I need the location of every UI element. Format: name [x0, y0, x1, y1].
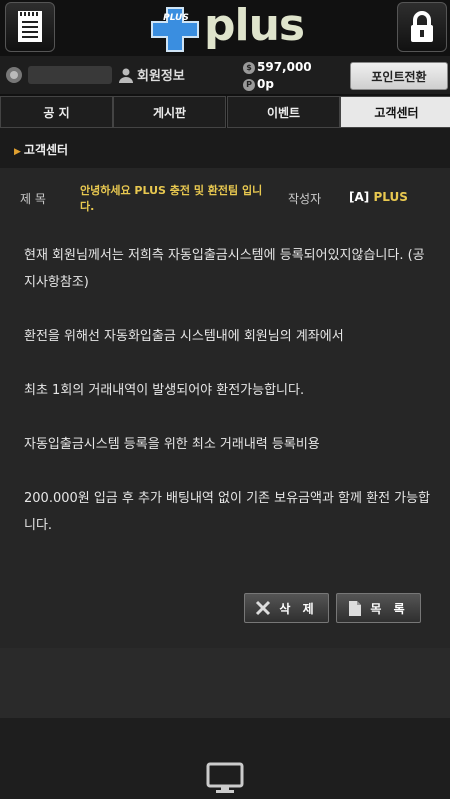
delete-button[interactable]: 삭 제	[244, 593, 329, 623]
title-label: 제 목	[20, 192, 46, 206]
post-view: 제 목 안녕하세요 PLUS 충전 및 환전팀 입니다. 작성자 [A] PLU…	[0, 168, 450, 648]
balance-panel: $597,000 P 0p	[243, 59, 312, 93]
points-value: 0p	[257, 77, 274, 91]
notepad-icon	[18, 11, 42, 42]
member-info-link[interactable]: 회원정보	[118, 65, 185, 84]
lock-icon	[411, 11, 433, 42]
post-paragraph: 환전을 위해선 자동화입출금 시스템내에 회원님의 계좌에서	[24, 329, 344, 344]
username-redacted	[28, 66, 112, 84]
user-level-icon	[6, 67, 22, 83]
tab-customer-center[interactable]: 고객센터	[340, 96, 450, 128]
money-value: 597,000	[257, 60, 312, 74]
menu-button[interactable]	[5, 2, 55, 52]
document-icon	[349, 600, 362, 616]
post-paragraph: 200.000원 입금 후 추가 배팅내역 없이 기존 보유금액과 함께 환전 …	[24, 491, 431, 533]
footer	[0, 718, 450, 799]
tab-notice[interactable]: 공 지	[0, 96, 113, 128]
money-icon: $	[243, 61, 255, 74]
post-paragraph: 최초 1회의 거래내역이 발생되어야 환전가능합니다.	[24, 383, 305, 398]
list-label: 목 록	[370, 601, 409, 616]
post-paragraph: 자동입출금시스템 등록을 위한 최소 거래내력 등록비용	[24, 437, 320, 452]
logo-text: plus	[204, 0, 305, 51]
close-icon	[256, 600, 271, 616]
section-title-text: 고객센터	[23, 143, 69, 157]
person-icon	[119, 68, 133, 83]
post-author: [A] PLUS	[349, 190, 408, 204]
point-icon: P	[243, 78, 255, 91]
author-label: 작성자	[288, 192, 322, 206]
lock-button[interactable]	[397, 2, 447, 52]
author-tag: [A]	[349, 190, 370, 204]
main-tabs: 공 지 게시판 이벤트 고객센터	[0, 94, 450, 128]
tab-event[interactable]: 이벤트	[227, 96, 340, 128]
post-body: 현재 회원님께서는 저희측 자동입출금시스템에 등록되어있지않습니다. (공지사…	[24, 242, 436, 566]
author-name: PLUS	[373, 190, 408, 204]
list-button[interactable]: 목 록	[336, 593, 421, 623]
site-logo[interactable]: PLUS plus	[150, 0, 310, 52]
member-info-label: 회원정보	[137, 69, 185, 84]
section-header: ▶ 고객센터	[0, 128, 450, 168]
delete-label: 삭 제	[279, 601, 318, 616]
top-header: PLUS plus	[0, 0, 450, 56]
post-paragraph: 현재 회원님께서는 저희측 자동입출금시스템에 등록되어있지않습니다. (공지사…	[24, 248, 425, 290]
desktop-icon[interactable]	[206, 762, 244, 794]
tab-board[interactable]: 게시판	[113, 96, 226, 128]
triangle-icon: ▶	[14, 147, 21, 157]
post-title: 안녕하세요 PLUS 충전 및 환전팀 입니다.	[80, 184, 263, 213]
logo-small-text: PLUS	[163, 13, 189, 23]
point-convert-button[interactable]: 포인트전환	[350, 62, 448, 90]
section-title: ▶ 고객센터	[14, 141, 68, 158]
